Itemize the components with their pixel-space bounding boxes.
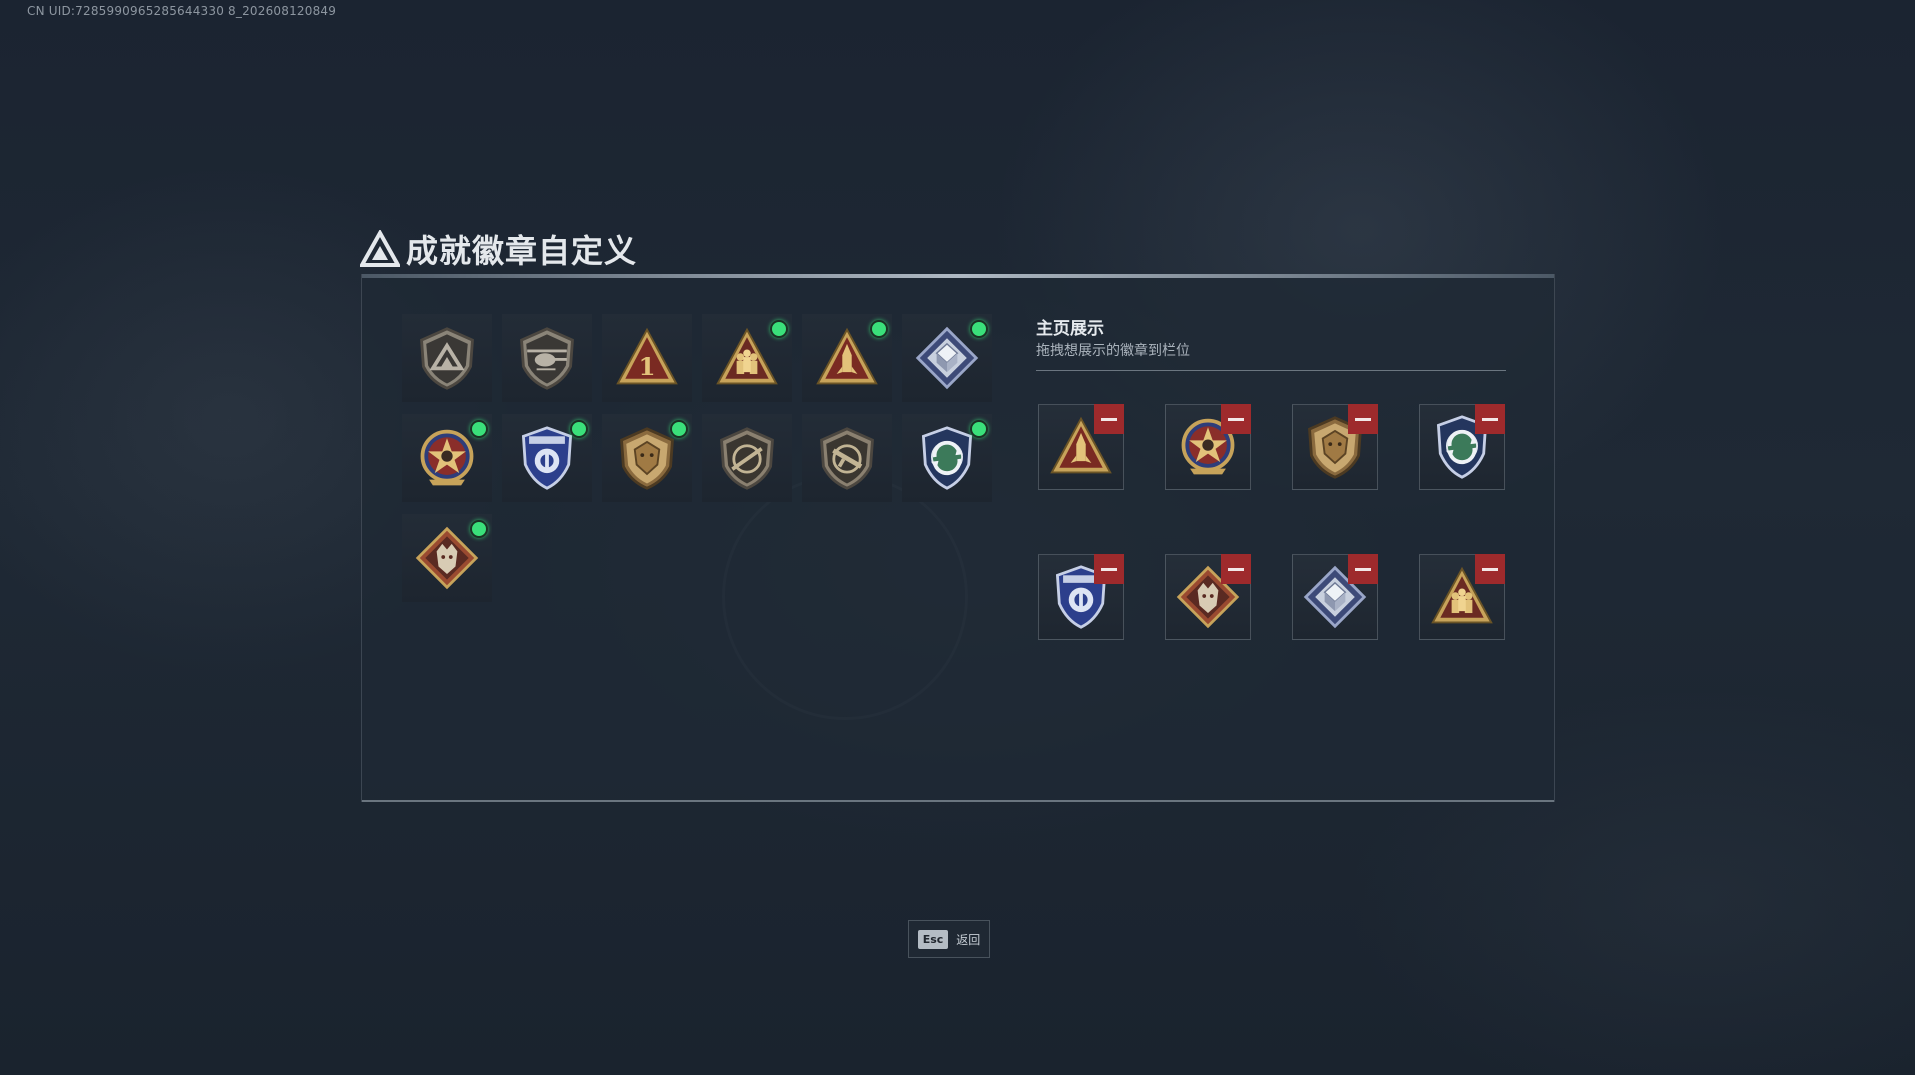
panel-top-border <box>362 274 1554 278</box>
police-crest-badge-icon <box>521 426 573 490</box>
badge-tile[interactable] <box>402 314 492 402</box>
minus-icon <box>1101 417 1117 421</box>
badge-tile[interactable] <box>902 414 992 502</box>
new-indicator-dot <box>470 520 488 538</box>
badge-tile[interactable] <box>702 414 792 502</box>
badge-tile[interactable]: 1 <box>602 314 692 402</box>
esc-key-hint: Esc <box>917 929 949 949</box>
uid-text: CN UID:7285990965285644330 8_20260812084… <box>27 4 337 18</box>
new-indicator-dot <box>570 420 588 438</box>
remove-badge-button[interactable] <box>1475 554 1505 584</box>
crystal-diamond-badge-icon <box>915 326 979 390</box>
badge-tile[interactable] <box>402 514 492 602</box>
lion-shield-badge-icon <box>620 427 674 490</box>
showcase-slot[interactable] <box>1292 554 1378 640</box>
svg-text:1: 1 <box>638 352 655 381</box>
new-indicator-dot <box>470 420 488 438</box>
showcase-divider <box>1036 370 1506 371</box>
minus-icon <box>1355 417 1371 421</box>
minus-icon <box>1228 417 1244 421</box>
rifle-shield-badge-icon <box>820 427 874 490</box>
showcase-title: 主页展示 <box>1036 319 1104 339</box>
triangle-logo-icon <box>360 230 400 267</box>
remove-badge-button[interactable] <box>1094 554 1124 584</box>
showcase-slot[interactable] <box>1292 404 1378 490</box>
badge-tile[interactable] <box>402 414 492 502</box>
minus-icon <box>1228 567 1244 571</box>
sniper-shield-badge-icon <box>720 427 774 490</box>
showcase-slot[interactable] <box>1038 404 1124 490</box>
showcase-slot[interactable] <box>1038 554 1124 640</box>
showcase-slot[interactable] <box>1419 554 1505 640</box>
minus-icon <box>1101 567 1117 571</box>
showcase-subtitle: 拖拽想展示的徽章到栏位 <box>1036 343 1190 359</box>
badge-tile[interactable] <box>502 314 592 402</box>
back-label: 返回 <box>956 932 981 947</box>
showcase-slot[interactable] <box>1419 404 1505 490</box>
new-indicator-dot <box>770 320 788 338</box>
helicopter-shield-badge-icon <box>520 327 574 390</box>
new-indicator-dot <box>670 420 688 438</box>
panel-bottom-border <box>362 800 1554 802</box>
page-title: 成就徽章自定义 <box>406 232 638 270</box>
remove-badge-button[interactable] <box>1221 554 1251 584</box>
rocket-triangle-badge-icon <box>816 327 878 385</box>
back-button[interactable]: Esc 返回 <box>908 920 990 958</box>
number-one-triangle-badge-icon: 1 <box>616 327 678 385</box>
new-indicator-dot <box>870 320 888 338</box>
minus-icon <box>1355 567 1371 571</box>
new-indicator-dot <box>970 320 988 338</box>
remove-badge-button[interactable] <box>1094 404 1124 434</box>
minus-icon <box>1482 417 1498 421</box>
remove-badge-button[interactable] <box>1348 554 1378 584</box>
soldiers-triangle-badge-icon <box>716 327 778 385</box>
badge-tile[interactable] <box>602 414 692 502</box>
badge-tile[interactable] <box>702 314 792 402</box>
badge-tile[interactable] <box>802 414 892 502</box>
triangle-shield-badge-icon <box>420 327 474 390</box>
remove-badge-button[interactable] <box>1475 404 1505 434</box>
badge-tile[interactable] <box>802 314 892 402</box>
arrows-crest-badge-icon <box>921 426 973 490</box>
minus-icon <box>1482 567 1498 571</box>
badge-panel: 1 主页展示 拖拽想展示的徽章到栏位 <box>361 274 1555 802</box>
wolf-diamond-badge-icon <box>415 526 479 590</box>
new-indicator-dot <box>970 420 988 438</box>
page-header: 成就徽章自定义 <box>360 228 637 270</box>
remove-badge-button[interactable] <box>1348 404 1378 434</box>
star-crest-badge-icon <box>420 429 474 486</box>
showcase-slot[interactable] <box>1165 554 1251 640</box>
badge-tile[interactable] <box>502 414 592 502</box>
remove-badge-button[interactable] <box>1221 404 1251 434</box>
background-emblem <box>722 474 968 720</box>
showcase-slot[interactable] <box>1165 404 1251 490</box>
badge-tile[interactable] <box>902 314 992 402</box>
